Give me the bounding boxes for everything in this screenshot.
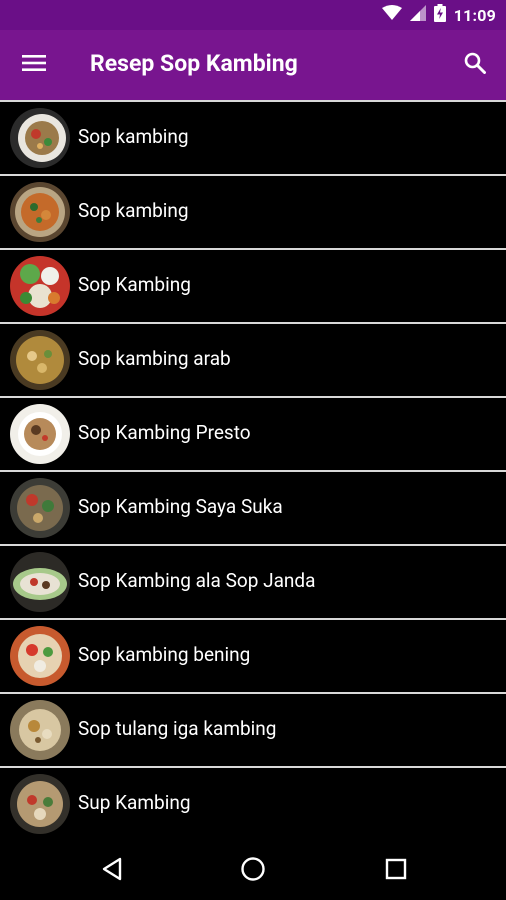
recipe-list-item[interactable]: Sop Kambing Presto <box>0 396 506 470</box>
back-triangle-icon <box>101 857 123 885</box>
recipe-thumbnail <box>10 256 70 316</box>
menu-button[interactable] <box>16 49 52 81</box>
app-bar: Resep Sop Kambing <box>0 30 506 100</box>
recipe-title: Sop Kambing <box>78 273 191 296</box>
recipe-list-item[interactable]: Sop kambing <box>0 100 506 174</box>
battery-charging-icon <box>433 4 446 26</box>
recipe-list[interactable]: Sop kambing Sop kambing Sop Kambing Sop … <box>0 100 506 840</box>
back-button[interactable] <box>92 853 132 889</box>
home-circle-icon <box>240 856 266 886</box>
recipe-title: Sop kambing arab <box>78 347 231 370</box>
recipe-list-item[interactable]: Sop kambing arab <box>0 322 506 396</box>
recipe-thumbnail <box>10 700 70 760</box>
search-icon <box>464 52 486 78</box>
status-time: 11:09 <box>453 5 496 25</box>
recipe-thumbnail <box>10 774 70 834</box>
recipe-thumbnail <box>10 108 70 168</box>
recipe-thumbnail <box>10 626 70 686</box>
recipe-list-item[interactable]: Sup Kambing <box>0 766 506 840</box>
recipe-title: Sop Kambing Saya Suka <box>78 495 283 518</box>
wifi-icon <box>381 5 402 25</box>
status-bar: 11:09 <box>0 0 506 30</box>
search-button[interactable] <box>458 48 492 82</box>
recipe-thumbnail <box>10 182 70 242</box>
recipe-list-item[interactable]: Sop tulang iga kambing <box>0 692 506 766</box>
recipe-title: Sop tulang iga kambing <box>78 717 277 740</box>
status-icons: 11:09 <box>381 0 496 30</box>
system-nav-bar <box>0 842 506 900</box>
recipe-title: Sop kambing <box>78 125 189 148</box>
recents-button[interactable] <box>376 853 416 889</box>
recipe-title: Sop kambing <box>78 199 189 222</box>
recipe-list-item[interactable]: Sop Kambing <box>0 248 506 322</box>
recipe-thumbnail <box>10 478 70 538</box>
recipe-list-item[interactable]: Sop Kambing Saya Suka <box>0 470 506 544</box>
recipe-thumbnail <box>10 404 70 464</box>
recipe-thumbnail <box>10 330 70 390</box>
cell-signal-icon <box>409 5 426 25</box>
home-button[interactable] <box>233 853 273 889</box>
recipe-thumbnail <box>10 552 70 612</box>
recents-square-icon <box>385 858 407 884</box>
recipe-list-item[interactable]: Sop kambing <box>0 174 506 248</box>
recipe-title: Sop Kambing Presto <box>78 421 251 444</box>
recipe-list-item[interactable]: Sop kambing bening <box>0 618 506 692</box>
recipe-title: Sop Kambing ala Sop Janda <box>78 569 316 592</box>
recipe-title: Sup Kambing <box>78 791 191 814</box>
hamburger-menu-icon <box>22 54 46 76</box>
page-title: Resep Sop Kambing <box>90 50 298 77</box>
recipe-list-item[interactable]: Sop Kambing ala Sop Janda <box>0 544 506 618</box>
recipe-title: Sop kambing bening <box>78 643 251 666</box>
